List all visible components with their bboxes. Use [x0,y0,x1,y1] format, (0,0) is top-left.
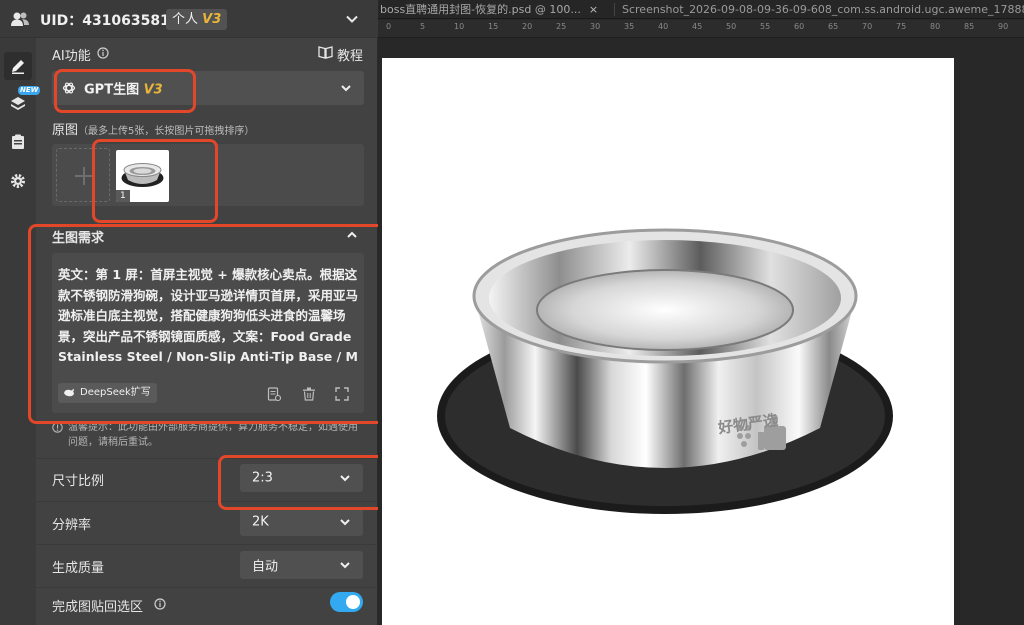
plan-badge[interactable]: 个人 V3 [166,9,228,30]
tutorial-label: 教程 [337,49,364,64]
ruler-tick-label: 75 [896,22,907,31]
upload-area: 1 [52,144,364,206]
pen-icon [12,60,24,74]
sidebar-settings-button[interactable] [4,167,32,195]
plugin-panel: UID：4310635814 个人 V3 NEW AI功能 教程 GPT生图 V… [0,0,390,625]
tool-sidebar: NEW [0,38,41,625]
openai-icon [62,82,76,94]
source-thumbnail[interactable]: 1 [116,150,169,202]
prompt-text: 英文：第 1 屏：首屏主视觉 + 爆款核心卖点。根据这款不锈钢防滑狗碗，设计亚马… [58,267,358,371]
quality-label: 生成质量 [52,561,105,576]
book-icon [318,46,333,59]
layers-icon [11,97,25,110]
ruler-tick-label: 0 [386,22,392,31]
ruler-tick-label: 30 [590,22,601,31]
warning-note: 温馨提示：此功能由外部服务商提供，算力服务不稳定，如遇使用问题，请稍后重试。 [52,420,364,450]
model-version: V3 [143,82,163,98]
dog-bowl-thumbnail [121,163,164,187]
new-badge: NEW [18,86,41,95]
artboard[interactable]: 好物严选 [382,58,954,625]
ruler-tick-label: 60 [794,22,805,31]
ruler-tick-label: 25 [556,22,567,31]
gear-icon [11,174,25,188]
source-images-label: 原图（最多上传5张，长按图片可拖拽排序） [52,119,254,138]
deepseek-expand-button[interactable]: DeepSeek扩写 [58,383,157,403]
clipboard-icon [12,134,24,149]
add-image-button[interactable] [56,148,110,202]
ruler-tick-label: 70 [862,22,873,31]
ruler-tick-label: 10 [454,22,465,31]
prompt-textarea[interactable]: 英文：第 1 屏：首屏主视觉 + 爆款核心卖点。根据这款不锈钢防滑狗碗，设计亚马… [52,253,364,413]
sidebar-edit-button[interactable] [4,52,32,80]
paste-back-label: 完成图贴回选区 [52,600,144,615]
resolution-label: 分辨率 [52,518,92,533]
ruler-tick-label: 5 [420,22,426,31]
tab-document-1[interactable]: boss直聘通用封图-恢复的.psd @ 100... × [378,0,608,19]
ruler-tick-label: 90 [998,22,1009,31]
history-icon[interactable] [267,387,281,401]
document-tabs: boss直聘通用封图-恢复的.psd @ 100... × Screenshot_… [378,0,1024,19]
sidebar-layers-button[interactable]: NEW [4,86,41,118]
info-icon[interactable] [97,47,109,59]
ruler-tick-label: 45 [692,22,703,31]
quality-value: 自动 [252,559,279,575]
ai-function-label: AI功能 [52,49,91,64]
tab-document-1-label: boss直聘通用封图-恢复的.psd @ 100... [380,3,581,16]
plus-icon [75,167,93,185]
thumbnail-index: 1 [116,190,130,202]
aspect-ratio-value: 2:3 [252,470,273,486]
dog-bowl-product-image [437,228,893,514]
ruler-tick-label: 85 [964,22,975,31]
ruler-tick-label: 40 [658,22,669,31]
fullscreen-icon[interactable] [335,387,349,401]
info-icon[interactable] [154,598,166,610]
model-name: GPT生图 V3 [84,79,163,98]
tab-document-2[interactable]: Screenshot_2026-09-08-09-36-09-608_com.s… [622,0,1024,19]
warning-text: 温馨提示：此功能由外部服务商提供，算力服务不稳定，如遇使用问题，请稍后重试。 [68,422,358,448]
chevron-down-icon [340,519,350,526]
chevron-up-icon[interactable] [346,229,358,241]
ruler-tick-label: 65 [828,22,839,31]
requirements-label: 生图需求 [52,231,105,246]
ruler-tick-label: 15 [488,22,499,31]
source-images-hint: （最多上传5张，长按图片可拖拽排序） [78,126,255,137]
resolution-value: 2K [252,514,269,530]
quality-select[interactable]: 自动 [240,551,363,579]
ruler-tick-label: 35 [624,22,635,31]
aspect-ratio-label: 尺寸比例 [52,474,105,489]
model-name-text: GPT生图 [84,82,140,98]
chevron-down-icon [340,475,350,482]
ruler-tick-label: 20 [522,22,533,31]
users-icon [11,12,29,26]
panel-header: UID：4310635814 个人 V3 [0,0,378,38]
sidebar-notes-button[interactable] [4,128,32,156]
tab-document-2-label: Screenshot_2026-09-08-09-36-09-608_com.s… [622,3,1024,16]
trash-icon[interactable] [302,387,316,401]
model-select[interactable]: GPT生图 V3 [52,71,364,105]
source-images-title: 原图 [52,123,79,138]
ruler-tick-label: 50 [726,22,737,31]
close-icon[interactable]: × [589,3,598,16]
plan-version: V3 [202,12,222,27]
paste-back-toggle[interactable] [330,592,363,612]
chevron-down-icon [341,85,351,92]
whale-icon [64,388,74,397]
chevron-down-icon[interactable] [344,11,360,27]
aspect-ratio-select[interactable]: 2:3 [240,464,363,492]
horizontal-ruler: 0 5 10 15 20 25 30 35 40 45 50 55 60 65 70 75 80 85 90 [378,20,1024,38]
ruler-tick-label: 80 [930,22,941,31]
info-icon [52,422,63,433]
ruler-tick-label: 55 [760,22,771,31]
tab-divider [614,3,615,16]
resolution-select[interactable]: 2K [240,508,363,536]
plan-label: 个人 [172,12,199,27]
app-root: UID：4310635814 个人 V3 NEW AI功能 教程 GPT生图 V… [0,0,1024,625]
deepseek-label: DeepSeek扩写 [80,387,151,398]
chevron-down-icon [340,562,350,569]
uid-text: UID：4310635814 [40,13,180,29]
toggle-knob [346,595,360,609]
